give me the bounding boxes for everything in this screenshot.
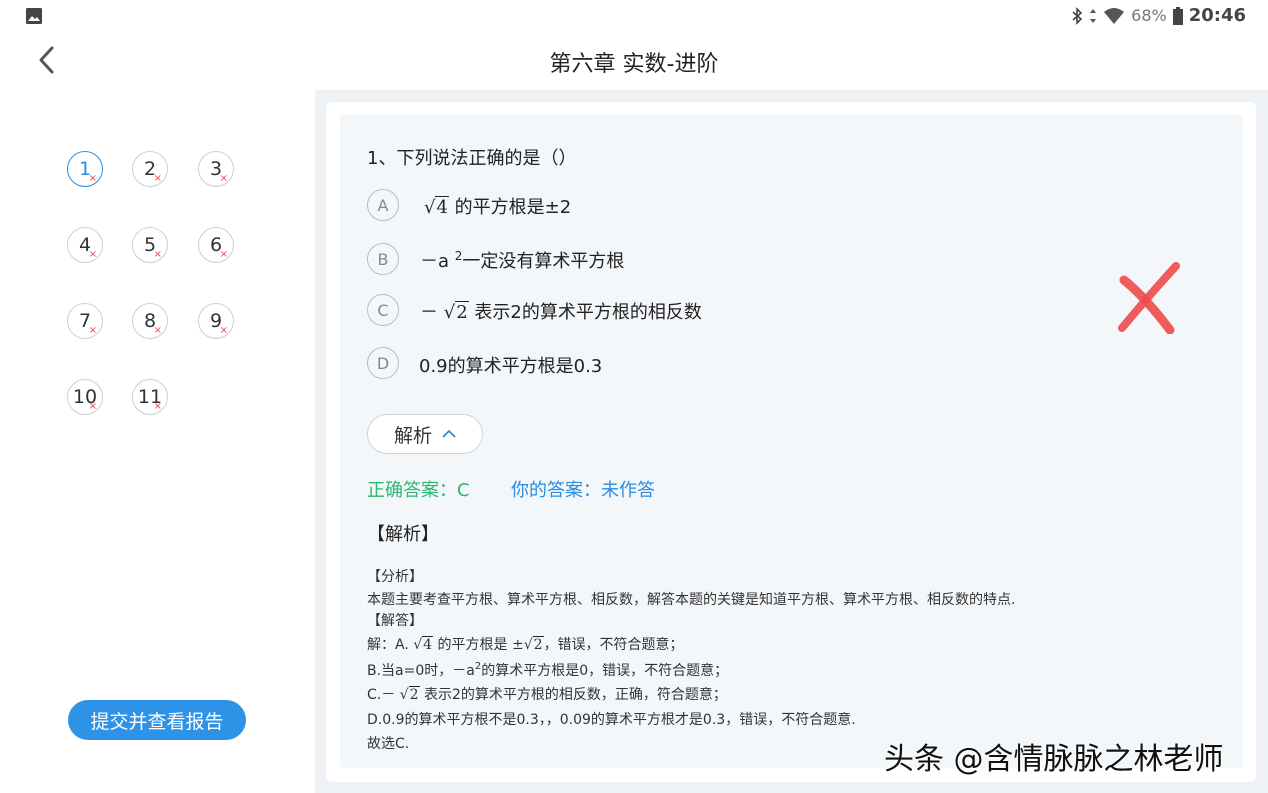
wrong-mark-icon: × [153, 173, 162, 184]
option-b-label: 一定没有算术平方根 [462, 251, 625, 272]
option-d-text[interactable]: 0.9的算术平方根是0.3 [419, 352, 602, 378]
wrong-mark-icon: × [219, 173, 228, 184]
option-b-prefix: －a [420, 251, 450, 272]
option-d-button[interactable]: D [367, 347, 399, 379]
battery-icon [1172, 6, 1183, 25]
question-nav-item-7[interactable]: 7 × [67, 303, 103, 339]
question-nav-item-5[interactable]: 5 × [132, 227, 168, 263]
clock: 20:46 [1188, 5, 1246, 26]
solution-line-c: C.－ √2 表示2的算术平方根的相反数，正确，符合题意； [367, 686, 727, 703]
question-nav-item-9[interactable]: 9 × [198, 303, 234, 339]
wrong-mark-icon: × [153, 325, 162, 336]
question-title: 1、下列说法正确的是（） [367, 148, 577, 169]
wrong-mark-icon: × [88, 173, 97, 184]
option-c-button[interactable]: C [367, 294, 399, 326]
analysis-button-label: 解析 [393, 424, 432, 447]
analysis-fenxi-heading: 【分析】 [367, 569, 423, 585]
wrong-answer-icon [1118, 262, 1180, 334]
page-title: 第六章 实数-进阶 [549, 52, 719, 77]
option-b-text[interactable]: －a 2一定没有算术平方根 [420, 247, 624, 273]
correct-answer: 正确答案：C [367, 480, 470, 501]
question-nav-item-2[interactable]: 2 × [132, 151, 168, 187]
solution-conclusion: 故选C. [367, 736, 410, 752]
option-a-button[interactable]: A [367, 189, 399, 221]
submit-report-button[interactable]: 提交并查看报告 [68, 700, 246, 740]
status-indicators: 68% 20:46 [1071, 5, 1246, 26]
question-nav-item-4[interactable]: 4 × [67, 227, 103, 263]
wrong-mark-icon: × [88, 249, 97, 260]
question-nav-item-11[interactable]: 11 × [132, 379, 168, 415]
wrong-mark-icon: × [88, 325, 97, 336]
gallery-notification-icon [26, 8, 42, 24]
option-a-label: 的平方根是±2 [454, 197, 572, 218]
question-nav-item-3[interactable]: 3 × [198, 151, 234, 187]
question-nav-item-10[interactable]: 10 × [67, 379, 103, 415]
analysis-toggle-button[interactable]: 解析 [367, 414, 483, 454]
wrong-mark-icon: × [219, 249, 228, 260]
wifi-icon [1104, 7, 1125, 24]
watermark: 头条 @含情脉脉之林老师 [884, 742, 1224, 777]
battery-percentage: 68% [1131, 6, 1167, 25]
option-c-prefix: － [420, 302, 438, 323]
question-nav-item-1[interactable]: 1 × [67, 151, 103, 187]
option-a-text[interactable]: √4 的平方根是±2 [424, 193, 571, 219]
solution-line-b: B.当a=0时，－a2的算术平方根是0，错误，不符合题意； [367, 661, 729, 679]
wrong-mark-icon: × [88, 401, 97, 412]
sqrt-expression: √2 [443, 301, 469, 323]
wrong-mark-icon: × [153, 401, 162, 412]
wrong-mark-icon: × [219, 325, 228, 336]
option-b-button[interactable]: B [367, 243, 399, 275]
question-nav-item-8[interactable]: 8 × [132, 303, 168, 339]
analysis-fenxi-text: 本题主要考查平方根、算术平方根、相反数，解答本题的关键是知道平方根、算术平方根、… [367, 592, 1016, 608]
question-nav-item-6[interactable]: 6 × [198, 227, 234, 263]
data-arrows-icon [1090, 8, 1097, 23]
bluetooth-icon [1072, 6, 1083, 25]
option-c-text[interactable]: － √2 表示2的算术平方根的相反数 [420, 298, 702, 324]
chevron-up-icon [442, 429, 456, 438]
status-bar: 68% 20:46 [0, 0, 1268, 32]
option-c-label: 表示2的算术平方根的相反数 [474, 302, 702, 323]
solution-line-d: D.0.9的算术平方根不是0.3，，0.09的算术平方根才是0.3，错误，不符合… [367, 712, 856, 728]
wrong-mark-icon: × [153, 249, 162, 260]
sqrt-expression: √4 [424, 196, 449, 218]
your-answer: 你的答案：未作答 [511, 480, 655, 501]
solution-line-a: 解：A. √4 的平方根是 ±√2，错误，不符合题意； [367, 636, 684, 653]
analysis-jieda-heading: 【解答】 [367, 613, 423, 629]
analysis-heading: 【解析】 [367, 524, 439, 545]
